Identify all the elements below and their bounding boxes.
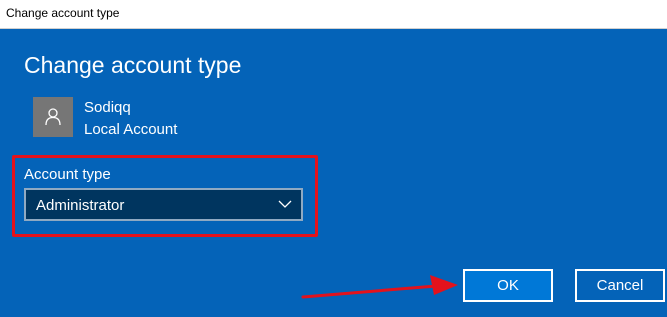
- account-type-dropdown[interactable]: Administrator: [24, 188, 303, 221]
- person-icon: [45, 108, 61, 126]
- dialog-heading: Change account type: [24, 52, 242, 78]
- user-account-kind: Local Account: [84, 121, 178, 138]
- account-type-label: Account type: [24, 166, 111, 183]
- account-type-selected-value: Administrator: [36, 197, 125, 214]
- chevron-down-icon: [278, 200, 292, 208]
- cancel-button[interactable]: Cancel: [575, 269, 665, 302]
- change-account-type-dialog: Change account type Sodiqq Local Account…: [0, 29, 667, 317]
- window-titlebar: Change account type: [0, 0, 667, 29]
- user-avatar: [33, 97, 73, 137]
- ok-button[interactable]: OK: [463, 269, 553, 302]
- user-name: Sodiqq: [84, 99, 131, 116]
- window-title: Change account type: [6, 6, 120, 20]
